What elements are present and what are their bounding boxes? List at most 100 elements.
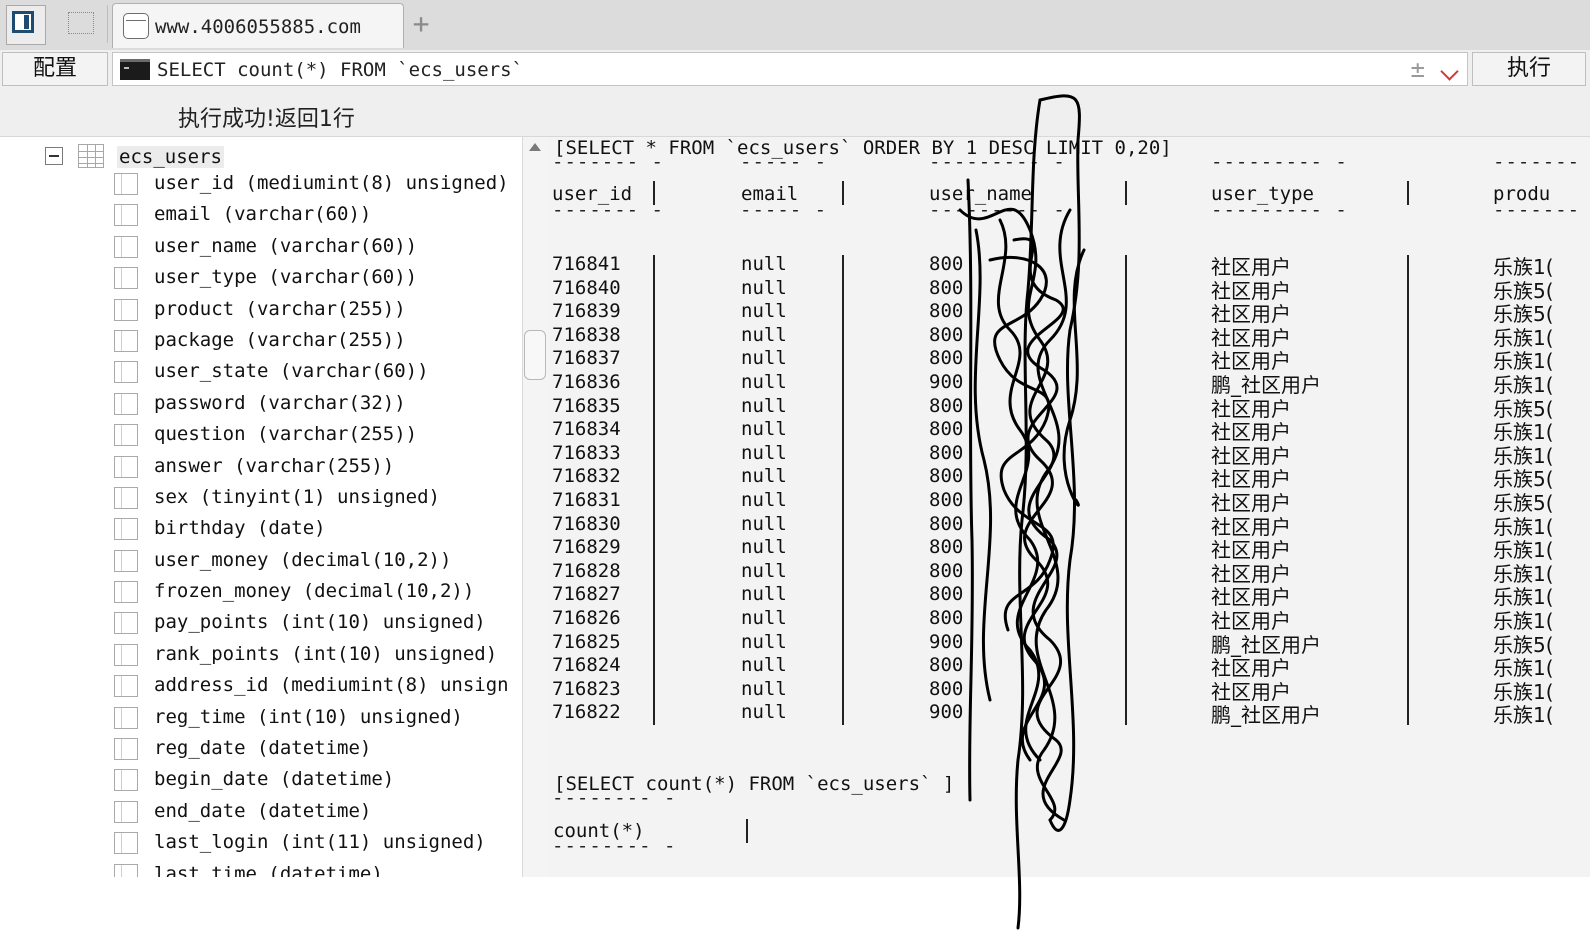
column-label: reg_date (datetime) xyxy=(154,737,372,760)
column-label: answer (varchar(255)) xyxy=(154,454,395,477)
column-icon xyxy=(114,863,138,877)
column-label: user_state (varchar(60)) xyxy=(154,360,429,383)
column-icon xyxy=(114,612,138,635)
count-rule-bottom: -------- - xyxy=(552,835,677,857)
column-label: birthday (date) xyxy=(154,517,326,540)
config-button[interactable]: 配置 xyxy=(2,52,108,86)
query-bar: 配置 SELECT count(*) FROM `ecs_users` ± 执行 xyxy=(0,50,1590,90)
cell-user-id: 716825 xyxy=(552,630,621,653)
cell-email: null xyxy=(741,465,787,488)
header-rule-top: ------- - xyxy=(552,151,664,173)
cell-user-id: 716832 xyxy=(552,465,621,488)
chevron-down-icon[interactable] xyxy=(1440,62,1459,81)
table-name[interactable]: ecs_users xyxy=(117,146,224,168)
tab-title: www.4006055885.com xyxy=(155,16,361,38)
cell-user-id: 716827 xyxy=(552,583,621,606)
cell-user-name: 800 xyxy=(929,465,964,488)
cell-user-name: 800 xyxy=(929,323,964,346)
table-icon xyxy=(78,144,104,168)
header-rule-bottom: --------- - xyxy=(929,199,1066,221)
sql-text: SELECT count(*) FROM `ecs_users` xyxy=(157,59,524,81)
cell-email: null xyxy=(741,418,787,441)
sql-input[interactable]: SELECT count(*) FROM `ecs_users` ± xyxy=(112,52,1468,86)
cell-email: null xyxy=(741,441,787,464)
cell-user-id: 716837 xyxy=(552,347,621,370)
grid-icon xyxy=(68,12,94,34)
count-rule-top: -------- - xyxy=(552,787,677,809)
column-label: user_type (varchar(60)) xyxy=(154,266,418,289)
cell-email: null xyxy=(741,253,787,275)
scroll-thumb[interactable] xyxy=(524,330,546,380)
cell-email: null xyxy=(741,654,787,677)
cell-product: 乐族1( xyxy=(1493,703,1554,728)
cell-user-name: 800 xyxy=(929,418,964,441)
add-tab-button[interactable]: + xyxy=(408,8,434,40)
cell-user-name: 800 xyxy=(929,347,964,370)
cell-email: null xyxy=(741,371,787,393)
column-icon xyxy=(114,769,138,792)
column-icon xyxy=(114,675,138,698)
cell-user-id: 716835 xyxy=(552,394,621,417)
column-icon xyxy=(114,738,138,761)
execute-button[interactable]: 执行 xyxy=(1472,52,1586,86)
cell-email: null xyxy=(741,276,787,299)
column-separator xyxy=(653,255,655,725)
cell-user-name: 800 xyxy=(929,583,964,606)
column-label: end_date (datetime) xyxy=(154,799,372,822)
plus-minus-button[interactable]: ± xyxy=(1411,55,1425,83)
cell-user-name: 800 xyxy=(929,253,964,275)
column-icon xyxy=(114,706,138,729)
column-label: question (varchar(255)) xyxy=(154,423,418,446)
cell-user-name: 800 xyxy=(929,489,964,511)
column-separator xyxy=(842,255,844,725)
cell-email: null xyxy=(741,607,787,629)
tab-connection[interactable]: www.4006055885.com xyxy=(112,3,404,48)
column-icon xyxy=(114,392,138,415)
cell-user-id: 716823 xyxy=(552,677,621,700)
grid-view-button[interactable] xyxy=(55,5,108,43)
cell-user-id: 716831 xyxy=(552,489,621,511)
cell-user-id: 716841 xyxy=(552,253,621,275)
cell-email: null xyxy=(741,323,787,346)
cell-user-id: 716838 xyxy=(552,323,621,346)
column-icon xyxy=(114,455,138,478)
tree-scrollbar[interactable] xyxy=(522,137,549,877)
header-rule-top: ------- xyxy=(1493,151,1581,173)
cell-user-name: 800 xyxy=(929,559,964,582)
cell-user-type: 鹏_社区用户 xyxy=(1211,703,1321,728)
column-label: user_money (decimal(10,2)) xyxy=(154,548,452,571)
column-label: address_id (mediumint(8) unsign xyxy=(154,674,509,697)
column-separator xyxy=(1407,255,1409,725)
header-rule-bottom: ----- - xyxy=(740,199,828,221)
column-icon xyxy=(114,643,138,666)
cell-user-id: 716840 xyxy=(552,276,621,299)
cell-email: null xyxy=(741,630,787,653)
toggle-panel-button[interactable] xyxy=(6,5,46,45)
header-rule-bottom: ------- - xyxy=(552,199,664,221)
status-bar: 执行成功!返回1行 xyxy=(0,90,1590,137)
header-separator xyxy=(1407,181,1409,205)
cell-user-id: 716822 xyxy=(552,701,621,724)
column-label: rank_points (int(10) unsigned) xyxy=(154,642,498,665)
column-icon xyxy=(114,235,138,258)
cell-email: null xyxy=(741,583,787,606)
cell-user-name: 800 xyxy=(929,441,964,464)
column-icon xyxy=(114,800,138,823)
cell-user-id: 716839 xyxy=(552,300,621,323)
cell-user-name: 800 xyxy=(929,276,964,299)
header-rule-top: --------- - xyxy=(1211,151,1348,173)
column-label: sex (tinyint(1) unsigned) xyxy=(154,485,440,508)
database-icon xyxy=(123,13,149,39)
column-icon xyxy=(114,361,138,384)
scroll-up-icon[interactable] xyxy=(529,143,541,151)
column-label: begin_date (datetime) xyxy=(154,768,395,791)
column-icon xyxy=(114,832,138,855)
count-separator xyxy=(746,819,748,843)
cell-email: null xyxy=(741,536,787,559)
header-separator xyxy=(1125,181,1127,205)
cell-user-id: 716828 xyxy=(552,559,621,582)
collapse-icon[interactable] xyxy=(45,147,63,165)
header-separator xyxy=(842,181,844,205)
column-icon xyxy=(114,173,138,195)
cell-user-name: 800 xyxy=(929,512,964,535)
